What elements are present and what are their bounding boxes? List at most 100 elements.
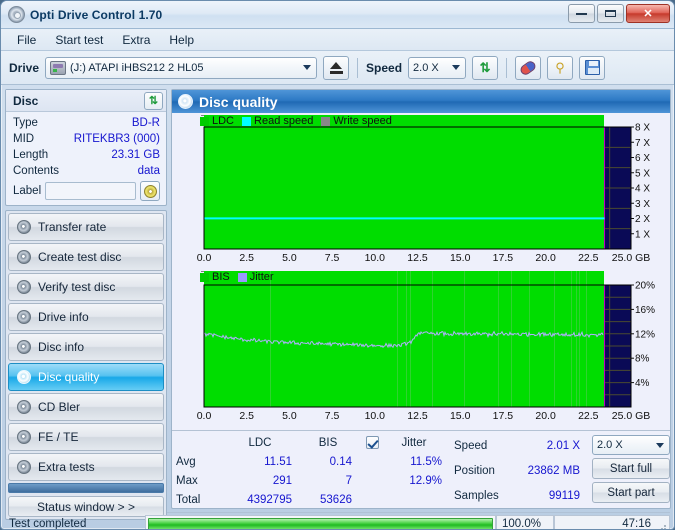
toolbar: Drive (J:) ATAPI iHBS212 2 HL05 Speed 2.… [1,51,674,85]
disc-icon [17,250,31,264]
panel-header: Disc quality [172,90,670,113]
maximize-button[interactable] [597,4,624,23]
disc-panel-header: Disc ⇅ [6,90,166,112]
svg-text:6 X: 6 X [635,153,650,164]
disc-refresh-button[interactable]: ⇅ [144,91,163,110]
svg-text:0.0: 0.0 [197,410,212,422]
position-key: Position [454,464,495,477]
ldc-chart-svg: 501001502002503001 X2 X3 X4 X5 X6 X7 X8 … [184,107,650,264]
results-avg-jitter: 11.5% [410,456,442,469]
position-value: 23862 MB [527,464,580,477]
disc-row-mid: MID RITEKBR3 (000) [13,131,160,147]
svg-text:10.0: 10.0 [365,410,386,422]
samples-value: 99119 [548,490,580,503]
sidebar-item-drive-info[interactable]: Drive info [8,303,164,331]
svg-text:22.5: 22.5 [578,410,599,422]
save-button[interactable] [579,55,606,80]
results-panel: LDC BIS Jitter Avg 11.51 0.14 11.5% Max … [172,430,670,508]
legend-label: LDC [212,115,235,127]
svg-text:3 X: 3 X [635,199,650,210]
disc-label-key: Label [13,185,42,197]
keys-button[interactable]: ⚲ [547,55,574,80]
progress-bar [145,514,496,529]
svg-text:300: 300 [184,115,201,118]
results-col-ldc: LDC [248,436,272,449]
svg-text:7 X: 7 X [635,138,650,149]
results-col-bis: BIS [318,436,338,449]
sidebar-item-label: Drive info [38,310,89,324]
disc-icon [17,220,31,234]
sidebar-item-create-test-disc[interactable]: Create test disc [8,243,164,271]
minimize-button[interactable] [568,4,595,23]
svg-text:2 X: 2 X [635,214,650,225]
sidebar-item-extra-tests[interactable]: Extra tests [8,453,164,481]
sidebar-item-disc-quality[interactable]: Disc quality [8,363,164,391]
panel-title: Disc quality [199,93,278,110]
svg-text:2.5: 2.5 [239,252,254,264]
disc-rows: Type BD-R MID RITEKBR3 (000) Length 23.3… [6,112,166,205]
legend-label: BIS [212,271,230,283]
disc-row-length: Length 23.31 GB [13,147,160,163]
refresh-button[interactable]: ⇅ [472,55,499,80]
svg-text:12.5: 12.5 [407,252,428,264]
disc-label-input[interactable] [45,182,136,200]
status-bar: Test completed 100.0% 47:16 [5,512,670,530]
sidebar-item-transfer-rate[interactable]: Transfer rate [8,213,164,241]
close-button[interactable]: ✕ [626,4,670,23]
disc-icon [17,460,31,474]
legend-label: Write speed [333,115,392,127]
eject-button[interactable] [323,55,350,80]
test-speed-select[interactable]: 2.0 X [592,435,670,455]
svg-text:1 X: 1 X [635,229,650,240]
refresh-icon: ⇅ [479,60,491,75]
progress-percent: 100.0% [496,514,554,529]
drive-icon [50,60,67,75]
disc-label-button[interactable] [140,181,160,201]
disc-mid-value: RITEKBR3 (000) [73,133,160,145]
sidebar-item-cd-bler[interactable]: CD Bler [8,393,164,421]
svg-text:12%: 12% [635,329,655,340]
results-row-max-key: Max [176,474,198,487]
status-message: Test completed [9,517,87,530]
chevron-down-icon [655,442,664,448]
start-full-button[interactable]: Start full [592,458,670,479]
sidebar-nav: Transfer rate Create test disc Verify te… [5,210,167,520]
sidebar-item-disc-info[interactable]: Disc info [8,333,164,361]
chevron-down-icon [451,65,460,70]
ldc-chart: LDCRead speedWrite speed 501001502002503… [174,107,668,270]
speed-select[interactable]: 2.0 X [408,56,467,79]
menu-extra[interactable]: Extra [113,31,159,49]
sidebar-item-label: Extra tests [38,460,95,474]
drive-label: Drive [9,60,40,75]
ldc-chart-legend: LDC Read speed Write speed [200,115,397,127]
legend-swatch [200,272,209,282]
svg-text:0.0: 0.0 [197,252,212,264]
svg-text:5.0: 5.0 [282,252,297,264]
drive-select-value: (J:) ATAPI iHBS212 2 HL05 [70,61,204,74]
start-part-button[interactable]: Start part [592,482,670,503]
disc-icon [17,370,31,384]
jitter-checkbox[interactable] [358,436,386,450]
sidebar-item-verify-test-disc[interactable]: Verify test disc [8,273,164,301]
sidebar-item-fe-te[interactable]: FE / TE [8,423,164,451]
save-icon [584,60,600,75]
svg-text:7.5: 7.5 [325,410,340,422]
svg-text:20.0: 20.0 [535,252,556,264]
menu-file[interactable]: File [8,31,45,49]
results-max-jitter: 12.9% [409,474,442,487]
menu-start-test[interactable]: Start test [46,31,112,49]
svg-text:20%: 20% [635,281,655,292]
elapsed-time: 47:16 [554,514,670,529]
menu-help[interactable]: Help [160,31,203,49]
disc-quality-icon [178,94,193,109]
sidebar-filler [8,483,164,493]
disc-icon [17,430,31,444]
svg-text:10.0: 10.0 [365,252,386,264]
disc-info-panel: Disc ⇅ Type BD-R MID RITEKBR3 (000) Leng… [5,89,167,206]
results-max-bis: 7 [345,474,352,487]
resize-grip-icon[interactable] [657,520,667,529]
svg-text:16%: 16% [635,305,655,316]
erase-button[interactable] [515,55,542,80]
drive-select[interactable]: (J:) ATAPI iHBS212 2 HL05 [45,56,318,79]
chevron-down-icon [302,65,311,70]
